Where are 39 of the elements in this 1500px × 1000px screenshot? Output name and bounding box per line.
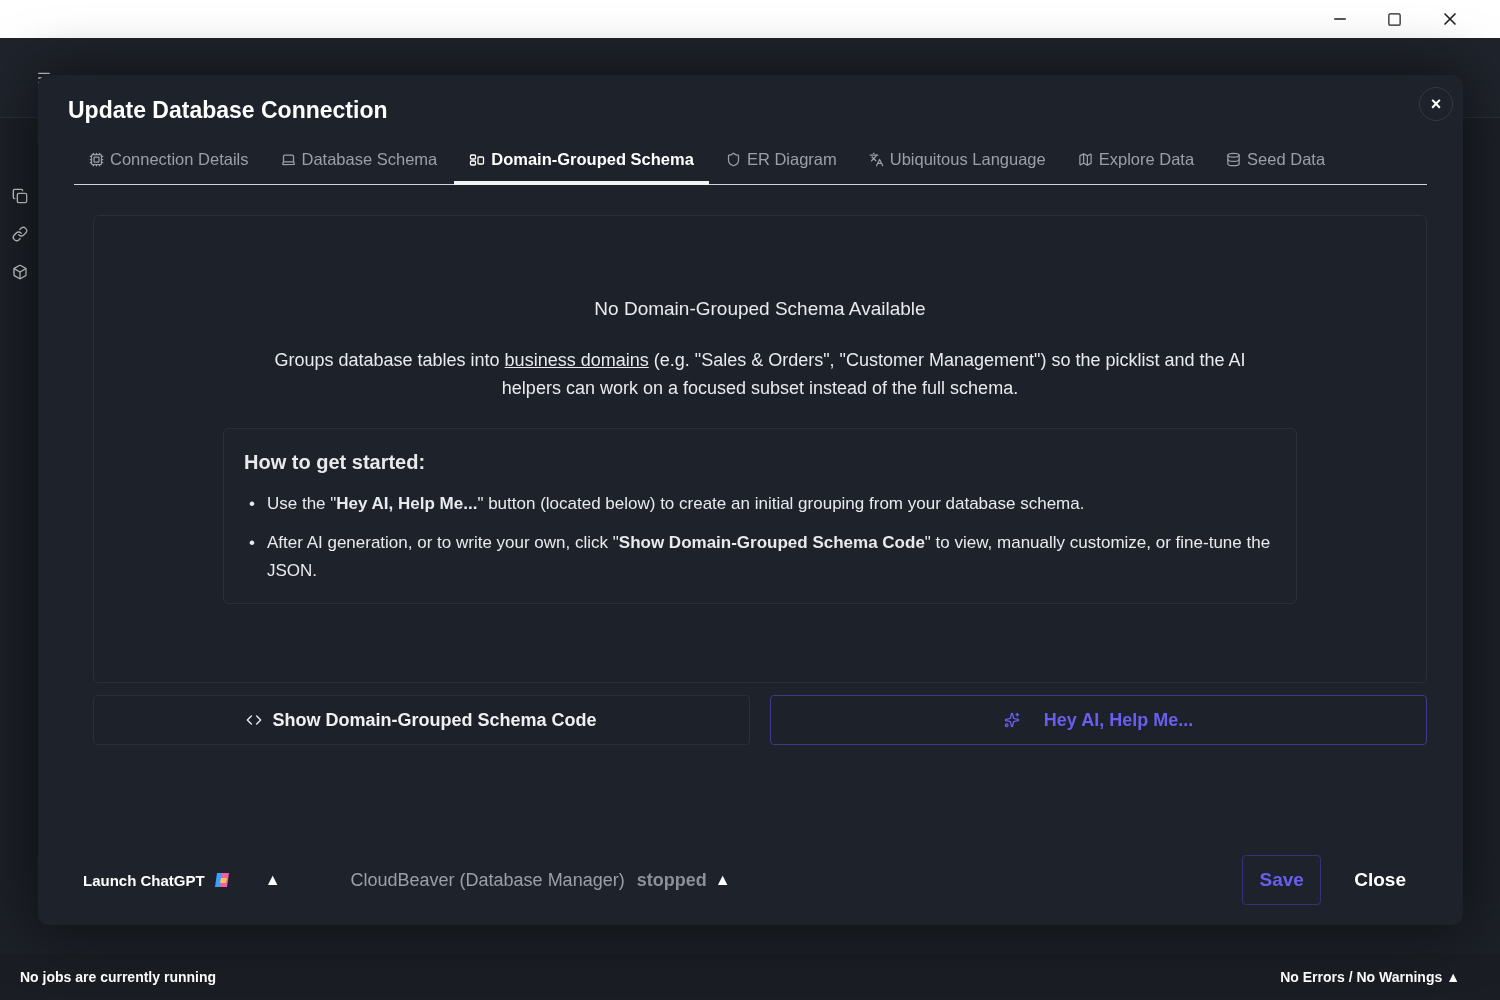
close-button[interactable]: ×	[1419, 87, 1453, 121]
expand-toggle[interactable]: ▲	[264, 871, 281, 889]
database-icon	[1226, 152, 1242, 167]
documents-icon[interactable]	[12, 188, 28, 204]
empty-state-description: Groups database tables into business domains (e.g. "Sales & Orders", "Customer Management") so the picklist and the AI helpers can work on a focused subset instead of the full schema.	[273, 349, 1247, 400]
show-code-button[interactable]: Show Domain-Grouped Schema Code	[93, 695, 750, 745]
problems-status[interactable]: No Errors / No Warnings ▲	[1280, 969, 1460, 985]
sparkles-icon	[1003, 712, 1020, 728]
guide-step: Use the "Hey AI, Help Me..." button (located below) to create an initial grouping from your database schema.	[266, 490, 1085, 518]
map-icon	[1077, 152, 1093, 167]
dialog-title: Update Database Connection	[68, 97, 389, 124]
jobs-status: No jobs are currently running	[20, 969, 217, 985]
expand-toggle[interactable]: ▲	[714, 871, 731, 889]
maximize-icon[interactable]	[1387, 11, 1402, 27]
close-button[interactable]: Close	[1348, 868, 1412, 892]
guide-title: How to get started:	[244, 451, 427, 474]
tab[interactable]: Explore Data	[1062, 150, 1210, 185]
business-domains-link[interactable]: business domains	[504, 350, 649, 370]
code-icon	[246, 712, 263, 728]
tab[interactable]: Ubiquitous Language	[853, 150, 1061, 185]
link-icon[interactable]	[12, 226, 28, 242]
tab[interactable]: Connection Details	[74, 150, 264, 185]
tab[interactable]: ER Diagram	[710, 150, 852, 185]
tab[interactable]: Seed Data	[1211, 150, 1341, 185]
chip-icon	[89, 152, 104, 167]
shield-icon	[725, 152, 741, 167]
tab[interactable]: Domain-Grouped Schema	[454, 150, 709, 185]
service-status: stopped	[636, 869, 707, 891]
bullet: •	[249, 493, 255, 515]
translate-icon	[868, 152, 884, 167]
laptop-icon	[280, 152, 296, 167]
guide-step: After AI generation, or to write your own, click "Show Domain-Grouped Schema Code" to view, manually customize, or fine-tune the JSON.	[266, 529, 1276, 585]
service-name: CloudBeaver (Database Manager)	[350, 869, 625, 891]
tab[interactable]: Database Schema	[265, 150, 453, 185]
grouped-boxes-icon	[469, 151, 486, 168]
cube-icon[interactable]	[12, 264, 28, 280]
bullet: •	[249, 532, 255, 554]
empty-state-heading: No Domain-Grouped Schema Available	[594, 298, 926, 320]
launch-chatgpt-button[interactable]: Launch ChatGPT	[83, 870, 233, 890]
